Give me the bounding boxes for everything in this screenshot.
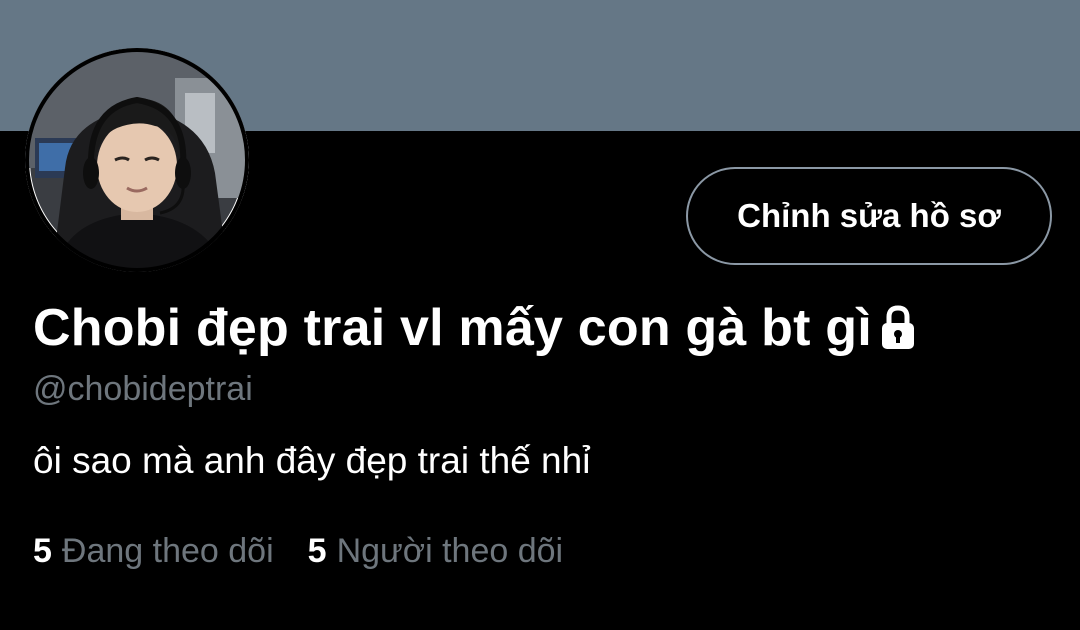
following-count: 5 <box>33 532 52 570</box>
profile-page: Chỉnh sửa hồ sơ Chobi đẹp trai vl mấy co… <box>0 0 1080 630</box>
profile-handle: @chobideptrai <box>33 370 253 408</box>
edit-profile-button[interactable]: Chỉnh sửa hồ sơ <box>686 167 1052 265</box>
following-link[interactable]: 5 Đang theo dõi <box>33 532 274 571</box>
following-label: Đang theo dõi <box>61 532 274 570</box>
avatar[interactable] <box>25 48 249 272</box>
followers-label: Người theo dõi <box>336 532 564 570</box>
followers-link[interactable]: 5 Người theo dõi <box>308 532 563 571</box>
follow-stats: 5 Đang theo dõi 5 Người theo dõi <box>33 532 563 571</box>
display-name-row: Chobi đẹp trai vl mấy con gà bt gì <box>33 298 918 358</box>
profile-bio: ôi sao mà anh đây đẹp trai thế nhỉ <box>33 440 591 481</box>
followers-count: 5 <box>307 532 327 570</box>
display-name: Chobi đẹp trai vl mấy con gà bt gì <box>33 299 872 357</box>
lock-icon <box>878 304 918 352</box>
